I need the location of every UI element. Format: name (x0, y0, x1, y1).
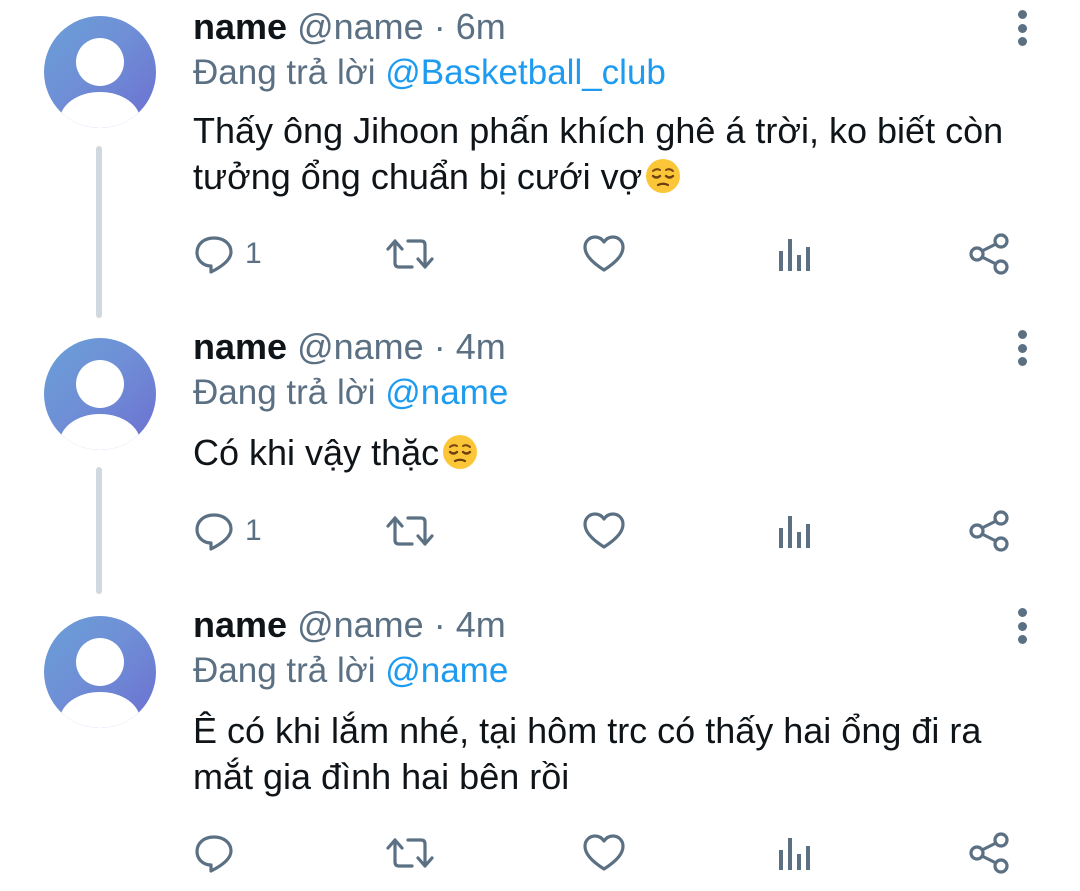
tweet-header: name @name · 4m (193, 602, 506, 648)
share-icon (968, 509, 1012, 553)
avatar[interactable] (44, 338, 156, 450)
pensive-face-emoji (441, 433, 479, 482)
analytics-icon (776, 510, 816, 552)
avatar[interactable] (44, 16, 156, 128)
user-handle[interactable]: @name (297, 326, 424, 367)
more-icon[interactable] (1005, 606, 1039, 646)
share-icon (968, 232, 1012, 276)
replying-to-label: Đang trả lời (193, 53, 376, 92)
tweet-text-content: Thấy ông Jihoon phấn khích ghê á trời, k… (193, 110, 1004, 197)
reply-icon (193, 510, 235, 552)
retweet-button[interactable] (385, 506, 435, 556)
retweet-icon (385, 233, 435, 275)
replying-to: Đang trả lời @name (193, 370, 508, 416)
replying-to-mention[interactable]: @name (385, 373, 508, 412)
analytics-button[interactable] (776, 828, 816, 878)
like-button[interactable] (582, 506, 626, 556)
replying-to: Đang trả lời @name (193, 648, 508, 694)
separator-dot: · (433, 326, 446, 367)
like-button[interactable] (582, 828, 626, 878)
share-button[interactable] (968, 506, 1012, 556)
reply-count: 1 (245, 237, 262, 270)
tweet-actions: 1 (0, 229, 1080, 279)
reply-thread: name @name · 6m Đang trả lời @Basketball… (0, 0, 1080, 891)
tweet-actions: 1 (0, 506, 1080, 556)
tweet-header: name @name · 6m (193, 4, 506, 50)
avatar[interactable] (44, 616, 156, 728)
timestamp[interactable]: 6m (456, 6, 506, 47)
retweet-button[interactable] (385, 828, 435, 878)
tweet-text: Thấy ông Jihoon phấn khích ghê á trời, k… (193, 108, 1053, 206)
reply-button[interactable] (193, 828, 235, 878)
replying-to-label: Đang trả lời (193, 651, 376, 690)
analytics-button[interactable] (776, 506, 816, 556)
retweet-button[interactable] (385, 229, 435, 279)
tweet-text-content: Có khi vậy thặc (193, 432, 440, 473)
display-name[interactable]: name (193, 6, 287, 47)
tweet-text: Có khi vậy thặc (193, 430, 1053, 482)
reply-button[interactable]: 1 (193, 506, 262, 556)
like-icon (582, 510, 626, 552)
more-icon[interactable] (1005, 8, 1039, 48)
analytics-button[interactable] (776, 229, 816, 279)
tweet-actions (0, 828, 1080, 878)
separator-dot: · (433, 6, 446, 47)
like-icon (582, 832, 626, 874)
tweet-header: name @name · 4m (193, 324, 506, 370)
retweet-icon (385, 832, 435, 874)
share-button[interactable] (968, 828, 1012, 878)
share-button[interactable] (968, 229, 1012, 279)
share-icon (968, 831, 1012, 875)
replying-to-label: Đang trả lời (193, 373, 376, 412)
timestamp[interactable]: 4m (456, 604, 506, 645)
analytics-icon (776, 832, 816, 874)
display-name[interactable]: name (193, 326, 287, 367)
replying-to-mention[interactable]: @Basketball_club (385, 53, 666, 92)
replying-to-mention[interactable]: @name (385, 651, 508, 690)
pensive-face-emoji (644, 157, 682, 206)
timestamp[interactable]: 4m (456, 326, 506, 367)
analytics-icon (776, 233, 816, 275)
reply-icon (193, 832, 235, 874)
reply-count: 1 (245, 514, 262, 547)
reply-icon (193, 233, 235, 275)
user-handle[interactable]: @name (297, 6, 424, 47)
tweet-text: Ê có khi lắm nhé, tại hôm trc có thấy ha… (193, 708, 1043, 800)
more-icon[interactable] (1005, 328, 1039, 368)
replying-to: Đang trả lời @Basketball_club (193, 50, 666, 96)
display-name[interactable]: name (193, 604, 287, 645)
separator-dot: · (433, 604, 446, 645)
like-button[interactable] (582, 229, 626, 279)
like-icon (582, 233, 626, 275)
retweet-icon (385, 510, 435, 552)
tweet-text-content: Ê có khi lắm nhé, tại hôm trc có thấy ha… (193, 710, 982, 797)
user-handle[interactable]: @name (297, 604, 424, 645)
reply-button[interactable]: 1 (193, 229, 262, 279)
